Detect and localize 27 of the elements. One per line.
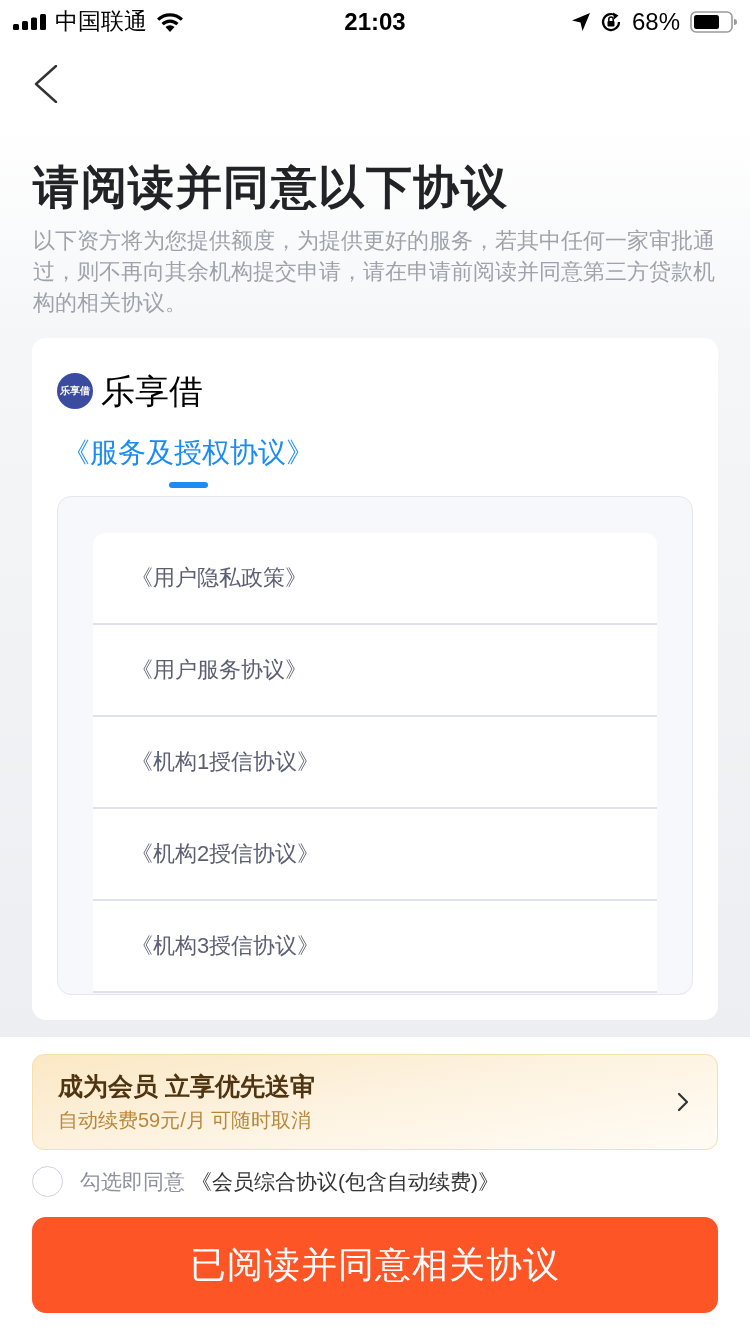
membership-title: 成为会员 立享优先送审	[58, 1070, 315, 1101]
document-row[interactable]: 《机构2授信协议》	[93, 808, 657, 901]
membership-subtitle: 自动续费59元/月 可随时取消	[58, 1107, 313, 1133]
document-row[interactable]: 《用户服务协议》	[93, 624, 657, 717]
document-row[interactable]: 《机构1授信协议》	[93, 716, 657, 809]
signal-icon	[13, 13, 46, 30]
membership-banner[interactable]: 成为会员 立享优先送审 自动续费59元/月 可随时取消	[32, 1053, 718, 1150]
location-arrow-icon	[571, 12, 590, 31]
wifi-icon	[156, 11, 184, 32]
membership-agreement-link[interactable]: 《会员综合协议(包含自动续费)》	[191, 1165, 499, 1197]
document-row[interactable]: 《机构3授信协议》	[93, 900, 657, 993]
description-text: 以下资方将为您提供额度，为提供更好的服务，若其中任何一家审批通过，则不再向其余机构提交申请，请在申请前阅读并同意第三方贷款机构的相关协议。	[33, 226, 716, 317]
agreement-tab[interactable]: 《服务及授权协议》	[62, 435, 314, 488]
battery-icon	[690, 10, 737, 33]
rotation-lock-icon	[599, 10, 622, 33]
back-button[interactable]	[34, 63, 60, 104]
chevron-left-icon	[34, 64, 58, 103]
battery-percent: 68%	[631, 9, 680, 34]
document-row[interactable]: 《用户隐私政策》	[93, 532, 657, 625]
page-title: 请阅读并同意以下协议	[33, 159, 508, 215]
carrier-name: 中国联通	[55, 10, 147, 34]
clock-time: 21:03	[344, 9, 406, 34]
consent-text: 勾选即同意	[80, 1168, 185, 1195]
lender-name: 乐享借	[101, 370, 203, 412]
logo-text: 乐享借	[60, 385, 90, 396]
consent-checkbox[interactable]	[32, 1165, 63, 1197]
chevron-right-icon	[677, 1091, 689, 1112]
